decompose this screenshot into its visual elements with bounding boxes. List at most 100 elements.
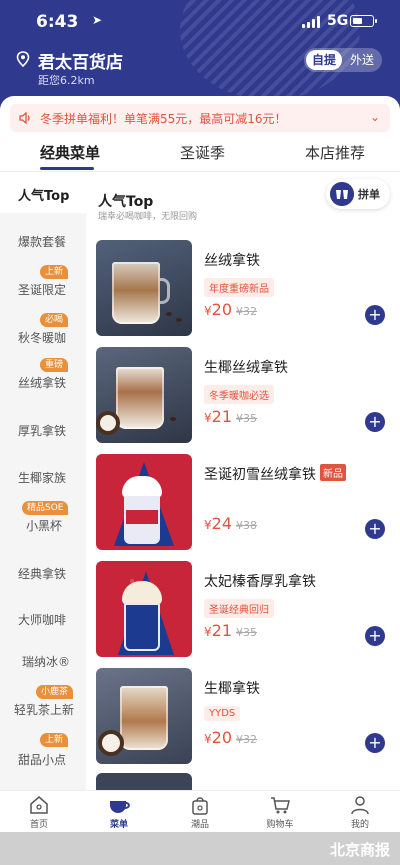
sidebar-item-popular-top[interactable]: 人气Top	[0, 173, 86, 213]
sidebar-item-desserts[interactable]: 上新 甜品小点	[0, 727, 86, 777]
sidebar-item-label: 大师咖啡	[18, 613, 67, 627]
speaker-icon	[19, 111, 30, 125]
category-sidebar: 人气Top 爆款套餐 上新 圣诞限定 必喝 秋冬暖咖 重磅 丝绒拿铁 厚乳拿铁 …	[0, 173, 86, 790]
section-subtitle: 瑞幸必喝咖啡，无限回购	[98, 212, 198, 222]
product-card[interactable]: 生椰拿铁 YYDS ¥20 ¥32 +	[86, 668, 400, 772]
add-to-cart-button[interactable]: +	[365, 519, 385, 539]
original-price: ¥38	[236, 519, 257, 532]
nav-menu[interactable]: 菜单	[89, 795, 149, 830]
sidebar-item-combo[interactable]: 爆款套餐	[0, 213, 86, 259]
network-label: 5G	[327, 13, 349, 29]
group-order-button[interactable]: 拼单	[326, 179, 390, 209]
original-price: ¥35	[236, 626, 257, 639]
cart-icon	[271, 797, 290, 814]
promo-notice-text: 冬季拼单福利！单笔满55元，最高可减16元！	[40, 112, 287, 126]
group-order-label: 拼单	[358, 188, 380, 201]
nav-profile[interactable]: 我的	[330, 795, 390, 830]
product-image	[96, 347, 192, 443]
chevron-down-icon[interactable]: ⌄	[370, 110, 380, 124]
product-image	[96, 773, 192, 790]
sidebar-item-thick-milk-latte[interactable]: 厚乳拿铁	[0, 403, 86, 451]
pickup-delivery-toggle[interactable]: 自提 外送	[304, 48, 382, 72]
tab-christmas[interactable]: 圣诞季	[180, 142, 225, 163]
new-badge: 上新	[40, 265, 69, 279]
product-name: 圣诞初雪丝绒拿铁 新品	[204, 464, 346, 484]
product-card[interactable]: 生椰丝绒拿铁 冬季暖咖必选 ¥21 ¥35 +	[86, 347, 400, 451]
location-pin-icon	[16, 51, 30, 67]
original-price: ¥32	[236, 305, 257, 318]
sidebar-item-classic-latte[interactable]: 经典拿铁	[0, 547, 86, 595]
sidebar-item-master-coffee[interactable]: 大师咖啡	[0, 595, 86, 639]
nav-home[interactable]: 首页	[9, 795, 69, 830]
watermark-text: 北京商报	[329, 841, 390, 859]
status-bar: 6:43 ➤ 5G	[0, 10, 400, 36]
nav-label: 潮品	[190, 820, 209, 830]
sidebar-item-label: 爆款套餐	[18, 235, 67, 249]
product-card[interactable]: 太妃榛香厚乳拿铁 圣诞经典回归 ¥21 ¥35 +	[86, 561, 400, 665]
tab-classic-menu[interactable]: 经典菜单	[40, 142, 100, 163]
original-price: ¥32	[236, 733, 257, 746]
product-image	[96, 454, 192, 550]
add-to-cart-button[interactable]: +	[365, 305, 385, 325]
product-list: 人气Top 瑞幸必喝咖啡，无限回购 拼单 丝绒拿铁 年度重磅新品 ¥20 ¥32 …	[86, 173, 400, 790]
nav-label: 我的	[350, 820, 369, 830]
nav-label: 菜单	[109, 820, 128, 830]
user-icon	[351, 796, 369, 815]
add-to-cart-button[interactable]: +	[365, 733, 385, 753]
nav-label: 购物车	[266, 820, 294, 830]
sidebar-item-winter-coffee[interactable]: 必喝 秋冬暖咖	[0, 309, 86, 353]
sidebar-item-luckin-ice[interactable]: 瑞纳冰®	[0, 639, 86, 681]
product-card[interactable]: 圣诞初雪丝绒拿铁 新品 ¥24 ¥38 +	[86, 454, 400, 558]
store-distance: 距您6.2km	[38, 74, 95, 87]
sidebar-item-christmas-limited[interactable]: 上新 圣诞限定	[0, 259, 86, 309]
original-price: ¥35	[236, 412, 257, 425]
tab-active-indicator	[40, 167, 94, 170]
product-tag: 冬季暖咖必选	[204, 385, 274, 404]
product-price: ¥20 ¥32	[204, 728, 257, 747]
add-to-cart-button[interactable]: +	[365, 626, 385, 646]
bottom-nav: 首页 菜单 潮品 购物车 我的	[0, 790, 400, 832]
nav-merch[interactable]: 潮品	[170, 795, 230, 830]
sidebar-item-label: 生椰家族	[18, 471, 67, 485]
menu-content: 冬季拼单福利！单笔满55元，最高可减16元！ ⌄ 经典菜单 圣诞季 本店推荐 人…	[0, 96, 400, 790]
signal-icon	[302, 16, 322, 28]
product-image	[96, 561, 192, 657]
sidebar-item-light-milk-tea[interactable]: 小鹿茶 轻乳茶上新	[0, 681, 86, 727]
sidebar-item-little-black-cup[interactable]: 精品SOE 小黑杯	[0, 493, 86, 547]
product-card-partial[interactable]	[86, 773, 400, 790]
product-price: ¥21 ¥35	[204, 407, 257, 426]
product-tag: 圣诞经典回归	[204, 599, 274, 618]
section-title: 人气Top	[98, 194, 154, 210]
product-price: ¥21 ¥35	[204, 621, 257, 640]
sidebar-item-velvet-latte[interactable]: 重磅 丝绒拿铁	[0, 353, 86, 403]
sidebar-item-label: 人气Top	[18, 189, 70, 204]
product-name: 生椰丝绒拿铁	[204, 360, 288, 376]
product-price: ¥20 ¥32	[204, 300, 257, 319]
nav-label: 首页	[29, 820, 48, 830]
tab-store-recommend[interactable]: 本店推荐	[305, 142, 365, 163]
nav-cart[interactable]: 购物车	[250, 795, 310, 830]
sidebar-item-label: 丝绒拿铁	[18, 376, 67, 390]
watermark-bar: 北京商报	[0, 832, 400, 865]
premium-soe-badge: 精品SOE	[22, 501, 69, 515]
product-name: 生椰拿铁	[204, 681, 260, 697]
status-time: 6:43	[36, 12, 79, 32]
pickup-option[interactable]: 自提	[306, 50, 342, 70]
battery-icon	[350, 15, 377, 27]
sidebar-item-coconut-family[interactable]: 生椰家族	[0, 451, 86, 493]
promo-notice[interactable]: 冬季拼单福利！单笔满55元，最高可减16元！ ⌄	[10, 104, 390, 132]
sidebar-item-label: 轻乳茶上新	[14, 703, 75, 717]
product-name: 太妃榛香厚乳拿铁	[204, 574, 316, 590]
sidebar-item-label: 甜品小点	[18, 753, 67, 767]
add-to-cart-button[interactable]: +	[365, 412, 385, 432]
product-name: 丝绒拿铁	[204, 253, 260, 269]
new-badge: 上新	[40, 733, 69, 747]
heavy-badge: 重磅	[40, 358, 69, 372]
product-image	[96, 668, 192, 764]
group-order-icon	[330, 182, 354, 206]
product-tag: YYDS	[204, 706, 241, 721]
must-drink-badge: 必喝	[40, 313, 69, 327]
delivery-option[interactable]: 外送	[344, 48, 380, 72]
sidebar-item-label: 经典拿铁	[18, 567, 67, 581]
product-card[interactable]: 丝绒拿铁 年度重磅新品 ¥20 ¥32 +	[86, 240, 400, 344]
